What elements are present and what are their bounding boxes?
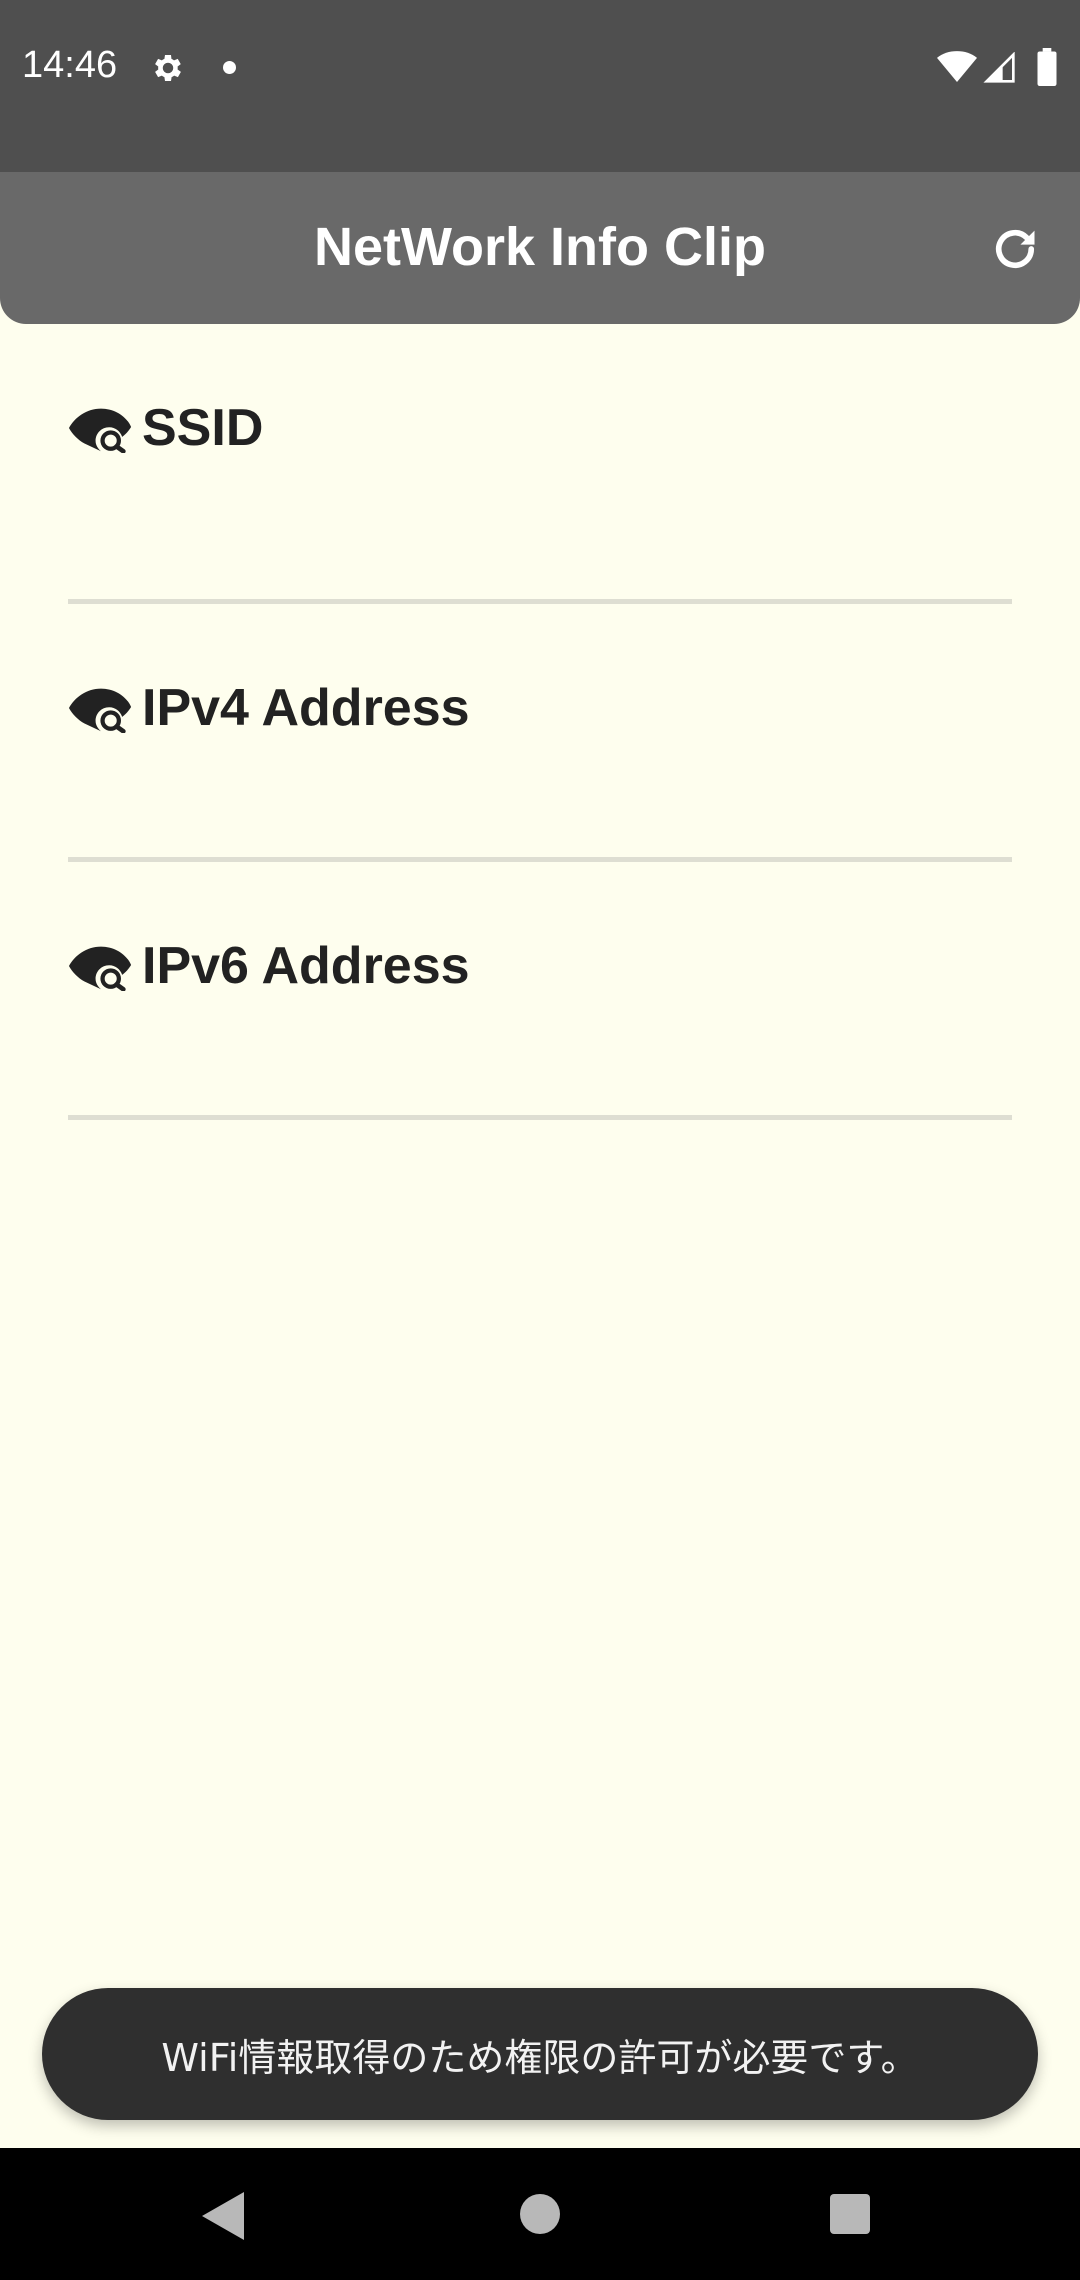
signal-icon	[983, 52, 1015, 83]
item-label: IPv6 Address	[142, 937, 470, 995]
battery-icon	[1037, 48, 1057, 86]
eye-search-icon	[68, 946, 132, 991]
notification-dot-icon	[223, 61, 236, 74]
item-header: IPv4 Address	[68, 678, 470, 738]
app-title: NetWork Info Clip	[314, 217, 766, 277]
refresh-icon	[995, 229, 1035, 269]
item-label: IPv4 Address	[142, 679, 470, 737]
network-info-list: SSID IPv4 Address IPv6 Address	[68, 324, 1012, 1120]
refresh-button[interactable]	[984, 218, 1046, 280]
permission-snackbar: WiFi情報取得のため権限の許可が必要です。	[42, 1988, 1038, 2120]
snackbar-message: WiFi情報取得のため権限の許可が必要です。	[161, 2035, 919, 2080]
item-label: SSID	[142, 399, 264, 457]
item-header: SSID	[68, 398, 263, 458]
recents-icon[interactable]	[830, 2194, 870, 2234]
screen: 14:46 NetWork Info Clip SSID IPv4 Addres…	[0, 0, 1080, 2280]
home-icon[interactable]	[520, 2194, 560, 2234]
wifi-icon	[937, 51, 977, 82]
list-item-ipv4[interactable]: IPv4 Address	[68, 604, 1012, 862]
status-time: 14:46	[22, 44, 118, 86]
eye-search-icon	[68, 408, 132, 453]
item-header: IPv6 Address	[68, 936, 470, 996]
app-bar: NetWork Info Clip	[0, 172, 1080, 324]
back-icon[interactable]	[202, 2192, 246, 2240]
eye-search-icon	[68, 688, 132, 733]
navigation-bar	[0, 2148, 1080, 2280]
status-bar: 14:46	[0, 0, 1080, 172]
list-item-ssid[interactable]: SSID	[68, 324, 1012, 604]
gear-icon	[155, 54, 181, 82]
list-item-ipv6[interactable]: IPv6 Address	[68, 862, 1012, 1120]
